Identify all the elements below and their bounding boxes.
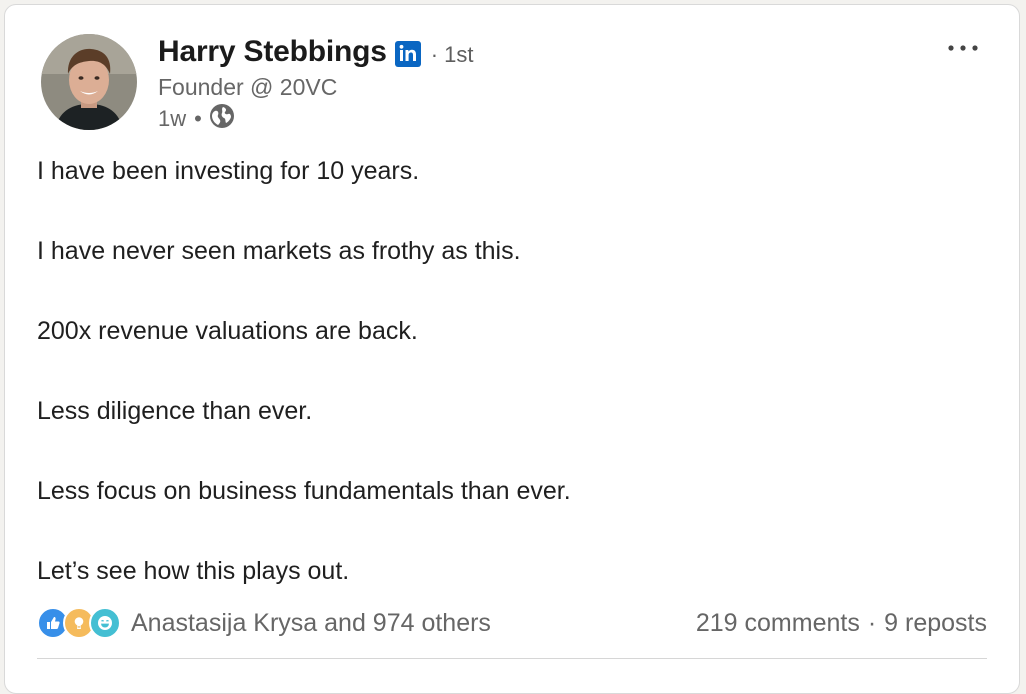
engagement-stats: 219 comments · 9 reposts: [696, 609, 987, 638]
author-name[interactable]: Harry Stebbings: [158, 35, 387, 69]
divider: [37, 658, 987, 659]
post-line: I have been investing for 10 years.: [37, 157, 420, 185]
reposts-count[interactable]: 9 reposts: [884, 609, 987, 638]
reaction-icons: [37, 607, 121, 639]
more-options-button[interactable]: [941, 31, 985, 65]
post-text: I have been investing for 10 years. I ha…: [37, 151, 977, 631]
author-avatar[interactable]: [41, 34, 137, 130]
stats-separator: ·: [867, 608, 877, 637]
reactions-text[interactable]: Anastasija Krysa and 974 others: [131, 609, 491, 638]
meta-separator: •: [194, 106, 202, 131]
comments-count[interactable]: 219 comments: [696, 609, 860, 638]
connection-degree: · 1st: [430, 42, 474, 67]
post-line: Let’s see how this plays out.: [37, 557, 350, 585]
post-time: 1w: [158, 106, 187, 131]
post-meta: 1w •: [158, 104, 235, 134]
social-counts: Anastasija Krysa and 974 others 219 comm…: [37, 603, 987, 643]
post-line: 200x revenue valuations are back.: [37, 317, 418, 345]
linkedin-icon: [394, 41, 421, 67]
post-line: I have never seen markets as frothy as t…: [37, 237, 521, 265]
more-horizontal-icon: [948, 45, 978, 51]
post-line: Less diligence than ever.: [37, 397, 313, 425]
post-card: Harry Stebbings · 1st Founder @ 20VC 1w …: [4, 4, 1020, 694]
avatar-photo: [41, 34, 137, 130]
globe-icon: [209, 103, 235, 135]
author-headline: Founder @ 20VC: [158, 74, 338, 100]
author-name-row: Harry Stebbings · 1st: [158, 32, 474, 72]
reactions-summary[interactable]: Anastasija Krysa and 974 others: [37, 607, 491, 639]
funny-icon: [89, 607, 121, 639]
post-line: Less focus on business fundamentals than…: [37, 477, 571, 505]
